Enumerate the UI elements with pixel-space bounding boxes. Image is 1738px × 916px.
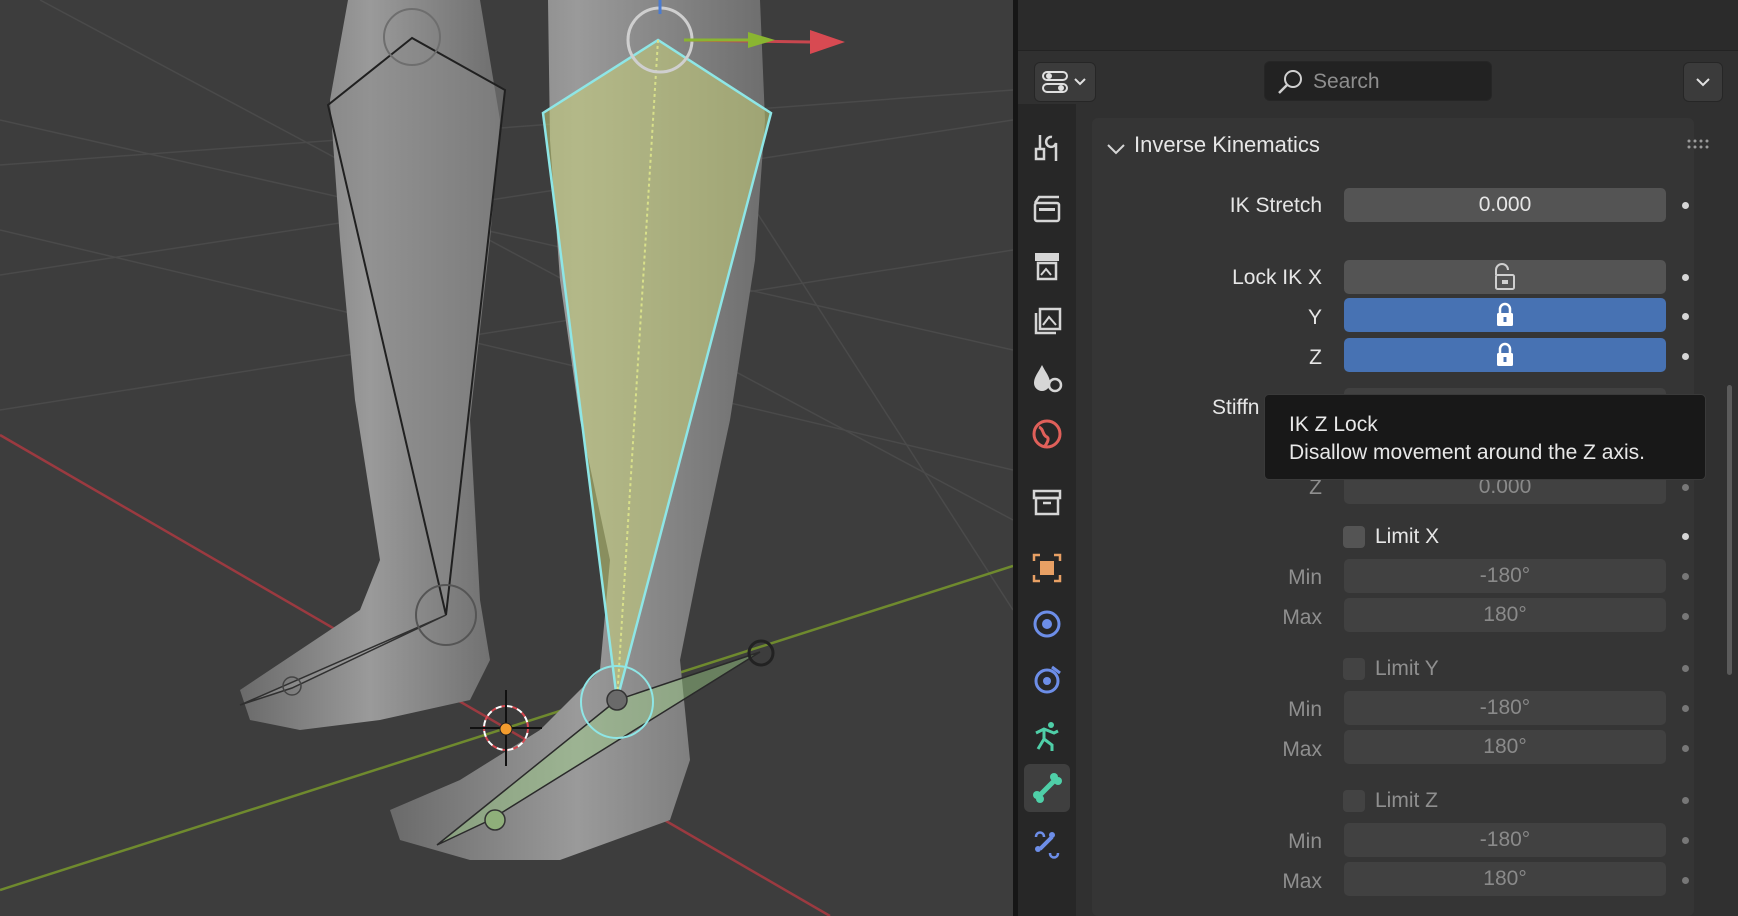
tab-scene[interactable] xyxy=(1024,354,1070,402)
properties-header xyxy=(1018,56,1738,112)
limit-y-max-keyframe-dot[interactable] xyxy=(1682,745,1689,752)
lock-ik-y-keyframe-dot[interactable] xyxy=(1682,313,1689,320)
chevron-down-icon[interactable] xyxy=(1105,138,1127,160)
search-field[interactable] xyxy=(1264,61,1492,101)
limit-y-min-field[interactable]: -180° xyxy=(1344,691,1666,725)
tab-bone[interactable] xyxy=(1024,764,1070,812)
limit-z-min-keyframe-dot[interactable] xyxy=(1682,837,1689,844)
tab-physics[interactable] xyxy=(1024,656,1070,704)
output-icon xyxy=(1035,253,1059,281)
lock-ik-y-toggle[interactable] xyxy=(1344,298,1666,332)
collection-icon xyxy=(1032,489,1062,516)
tooltip: IK Z Lock Disallow movement around the Z… xyxy=(1264,394,1706,480)
bone-constraints-icon xyxy=(1034,831,1060,859)
tab-view-layer[interactable] xyxy=(1024,298,1070,346)
limit-z-max-field[interactable]: 180° xyxy=(1344,862,1666,896)
chevron-down-icon xyxy=(1696,78,1710,87)
viewport-scene xyxy=(0,0,1013,916)
ik-stretch-keyframe-dot[interactable] xyxy=(1682,202,1689,209)
options-dropdown-button[interactable] xyxy=(1683,62,1723,102)
limit-y-max-label: Max xyxy=(1282,738,1322,761)
limit-y-checkbox[interactable] xyxy=(1343,658,1365,680)
viewport-grid xyxy=(0,0,1013,611)
limit-y-label: Limit Y xyxy=(1375,657,1439,680)
lock-ik-y-label: Y xyxy=(1307,306,1322,329)
properties-scrollbar[interactable] xyxy=(1727,385,1732,675)
tab-bone-constraints[interactable] xyxy=(1024,820,1070,868)
limit-y-max-field[interactable]: 180° xyxy=(1344,730,1666,764)
tab-world[interactable] xyxy=(1024,410,1070,458)
tooltip-description: Disallow movement around the Z axis. xyxy=(1289,441,1645,464)
limit-x-max-keyframe-dot[interactable] xyxy=(1682,613,1689,620)
world-icon xyxy=(1032,419,1062,449)
limit-x-min-field[interactable]: -180° xyxy=(1344,559,1666,593)
lock-ik-z-toggle[interactable] xyxy=(1344,338,1666,372)
stiffness-label: Stiffn xyxy=(1212,396,1260,419)
tab-object-data-armature[interactable] xyxy=(1024,712,1070,760)
object-data-armature-icon xyxy=(1035,722,1059,751)
ik-stretch-label: IK Stretch xyxy=(1229,194,1322,217)
search-input[interactable] xyxy=(1311,66,1485,98)
lock-icon xyxy=(1497,302,1513,326)
properties-tab-bar xyxy=(1018,104,1076,916)
limit-z-min-label: Min xyxy=(1288,830,1322,853)
limit-z-keyframe-dot[interactable] xyxy=(1682,797,1689,804)
lock-ik-x-toggle[interactable] xyxy=(1344,260,1666,294)
limit-x-max-field[interactable]: 180° xyxy=(1344,598,1666,632)
limit-z-max-label: Max xyxy=(1282,870,1322,893)
limit-y-min-keyframe-dot[interactable] xyxy=(1682,705,1689,712)
limit-x-min-keyframe-dot[interactable] xyxy=(1682,573,1689,580)
scene-icon xyxy=(1034,365,1063,393)
editor-type-icon xyxy=(1042,71,1086,93)
stiffness-z-keyframe-dot[interactable] xyxy=(1682,484,1689,491)
unlock-icon xyxy=(1495,263,1515,290)
limit-x-keyframe-dot[interactable] xyxy=(1682,533,1689,540)
tab-render[interactable] xyxy=(1024,186,1070,234)
limit-x-checkbox[interactable] xyxy=(1343,526,1365,548)
lock-ik-x-label: Lock IK X xyxy=(1232,266,1322,289)
limit-z-label: Limit Z xyxy=(1375,789,1438,812)
limit-z-min-field[interactable]: -180° xyxy=(1344,823,1666,857)
tab-output[interactable] xyxy=(1024,242,1070,290)
editor-type-button[interactable] xyxy=(1034,62,1096,102)
tab-modifiers[interactable] xyxy=(1024,600,1070,648)
lock-ik-z-label: Z xyxy=(1309,346,1322,369)
ik-stretch-field[interactable]: 0.000 xyxy=(1344,188,1666,222)
limit-z-checkbox[interactable] xyxy=(1343,790,1365,812)
tooltip-title: IK Z Lock xyxy=(1289,413,1378,436)
limit-x-label: Limit X xyxy=(1375,525,1440,548)
limit-y-keyframe-dot[interactable] xyxy=(1682,665,1689,672)
physics-icon xyxy=(1034,665,1061,694)
3d-viewport[interactable] xyxy=(0,0,1013,916)
lock-ik-x-keyframe-dot[interactable] xyxy=(1682,274,1689,281)
tab-object[interactable] xyxy=(1024,544,1070,592)
limit-z-max-keyframe-dot[interactable] xyxy=(1682,877,1689,884)
tab-tool[interactable] xyxy=(1024,124,1070,172)
tool-icon xyxy=(1034,135,1058,161)
tab-collection[interactable] xyxy=(1024,478,1070,526)
bone-icon xyxy=(1033,773,1062,803)
view-layer-icon xyxy=(1034,307,1062,335)
modifiers-icon xyxy=(1033,610,1061,638)
drag-handle-icon[interactable] xyxy=(1686,138,1710,150)
panel-title[interactable]: Inverse Kinematics xyxy=(1134,132,1320,158)
limit-x-max-label: Max xyxy=(1282,606,1322,629)
render-icon xyxy=(1033,195,1061,223)
limit-x-min-label: Min xyxy=(1288,566,1322,589)
properties-top-strip xyxy=(1018,0,1738,51)
object-icon xyxy=(1032,553,1062,583)
lock-ik-z-keyframe-dot[interactable] xyxy=(1682,353,1689,360)
search-icon xyxy=(1278,70,1302,94)
lock-icon xyxy=(1497,342,1513,366)
limit-y-min-label: Min xyxy=(1288,698,1322,721)
